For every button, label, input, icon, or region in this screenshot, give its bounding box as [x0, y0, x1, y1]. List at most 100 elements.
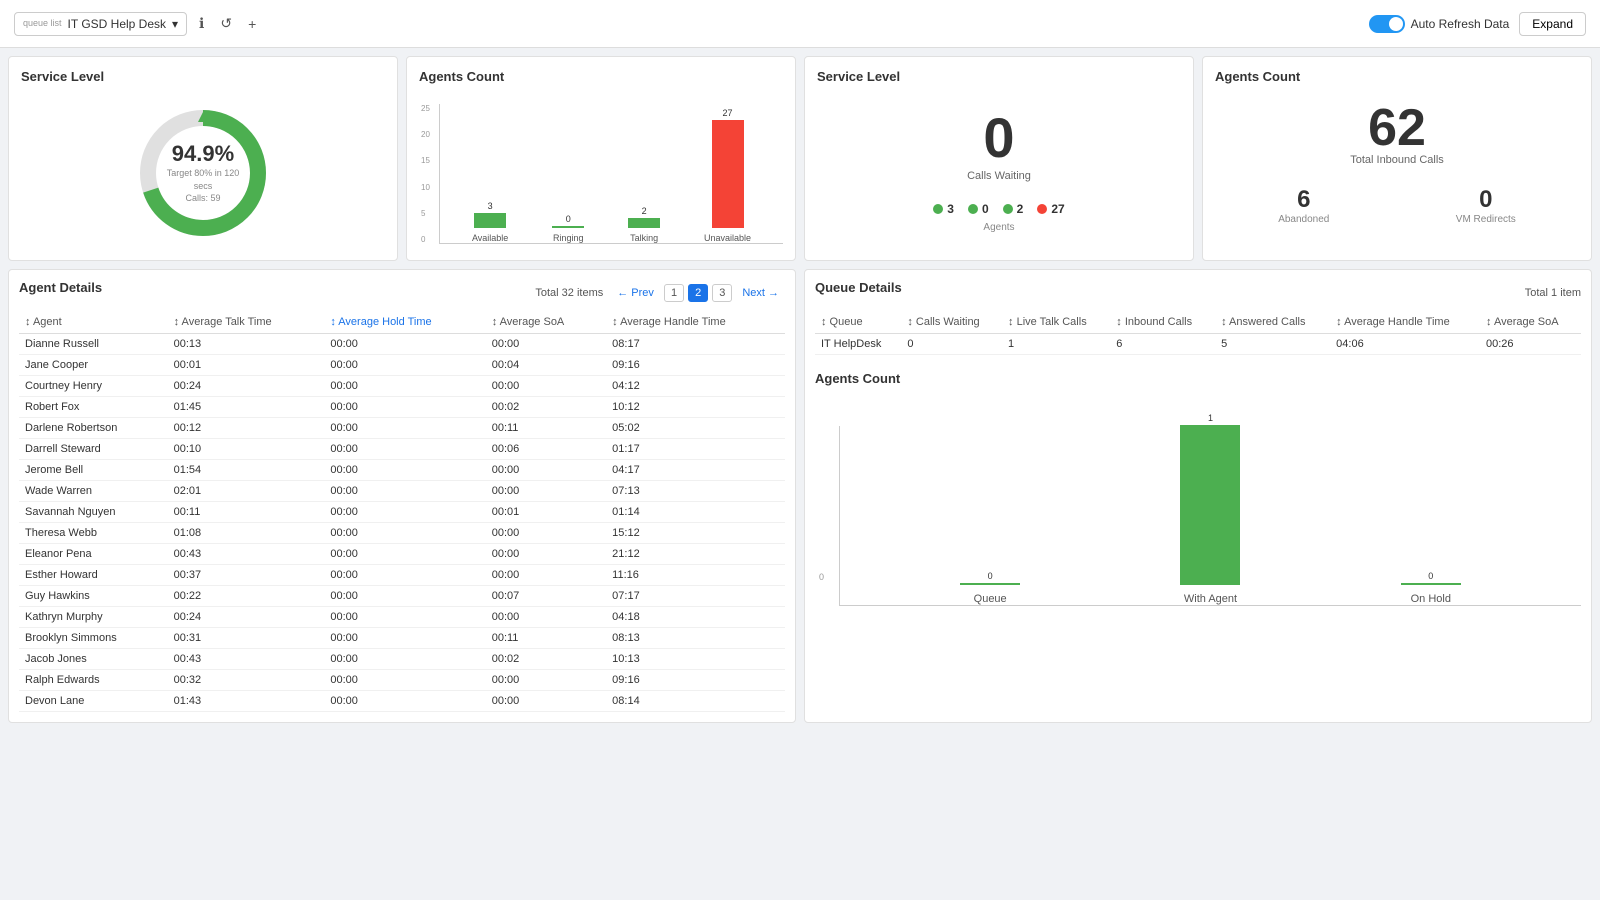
- table-row: Esther Howard00:3700:0000:0011:16: [19, 565, 785, 586]
- table-row: Brooklyn Simmons00:3100:0000:1108:13: [19, 628, 785, 649]
- queue-details-table: ↕ Queue ↕ Calls Waiting ↕ Live Talk Call…: [815, 311, 1581, 355]
- col-soa[interactable]: ↕ Average SoA: [1480, 311, 1581, 334]
- toggle-track[interactable]: [1369, 15, 1405, 33]
- refresh-icon[interactable]: ↺: [216, 13, 236, 34]
- table-row: Dianne Russell00:1300:0000:0008:17: [19, 334, 785, 355]
- stat-row: 6 Abandoned 0 VM Redirects: [1215, 186, 1579, 225]
- page-2-btn[interactable]: 2: [688, 284, 708, 302]
- agent-details-title: Agent Details: [19, 280, 102, 295]
- table-row: Theresa Webb01:0800:0000:0015:12: [19, 523, 785, 544]
- agents-count-bottom-title: Agents Count: [815, 371, 1581, 386]
- agents-count-stats-card: Agents Count 62 Total Inbound Calls 6 Ab…: [1202, 56, 1592, 261]
- table-row: Darlene Robertson00:1200:0000:1105:02: [19, 418, 785, 439]
- page-3-btn[interactable]: 3: [712, 284, 732, 302]
- agent-details-card: Agent Details Total 32 items ← Prev 1 2 …: [8, 269, 796, 723]
- queue-selector-sublabel: queue list: [23, 19, 62, 28]
- queue-details-card: Queue Details Total 1 item ↕ Queue ↕ Cal…: [804, 269, 1592, 723]
- table-row: Kathryn Murphy00:2400:0000:0004:18: [19, 607, 785, 628]
- abandoned-stat: 6 Abandoned: [1278, 186, 1329, 225]
- y-zero-label: 0: [819, 572, 824, 582]
- table-header: ↕ Agent ↕ Average Talk Time ↕ Average Ho…: [19, 311, 785, 334]
- page-1-btn[interactable]: 1: [664, 284, 684, 302]
- bar-with-agent: 1 With Agent: [1180, 413, 1240, 605]
- queue-table-header: ↕ Queue ↕ Calls Waiting ↕ Live Talk Call…: [815, 311, 1581, 334]
- total-items: Total 32 items: [535, 287, 603, 299]
- table-row: Guy Hawkins00:2200:0000:0707:17: [19, 586, 785, 607]
- bar-with-agent-rect: [1180, 425, 1240, 585]
- queue-selector-value: IT GSD Help Desk: [68, 17, 166, 31]
- dot-group-0: 3: [933, 202, 954, 216]
- table-row: Jacob Jones00:4300:0000:0210:13: [19, 649, 785, 670]
- service-level-title: Service Level: [21, 69, 104, 84]
- vm-redirects-label: VM Redirects: [1456, 214, 1516, 225]
- service-level-queue-card: Service Level 0 Calls Waiting 3 0 2: [804, 56, 1194, 261]
- queue-selector[interactable]: queue list IT GSD Help Desk ▾: [14, 12, 187, 36]
- col-queue[interactable]: ↕ Queue: [815, 311, 901, 334]
- table-pagination-area: Total 32 items ← Prev 1 2 3 Next →: [535, 284, 785, 302]
- queue-total-items: Total 1 item: [1525, 287, 1581, 299]
- dot-group-2: 2: [1003, 202, 1024, 216]
- toggle-thumb: [1389, 17, 1403, 31]
- table-row: Jane Cooper00:0100:0000:0409:16: [19, 355, 785, 376]
- col-answered[interactable]: ↕ Answered Calls: [1215, 311, 1330, 334]
- bar-ringing: 0 Ringing: [552, 214, 584, 243]
- agents-count-bottom-section: Agents Count 0 0 Queue 1 With Agent: [815, 371, 1581, 606]
- table-row: Wade Warren02:0100:0000:0007:13: [19, 481, 785, 502]
- expand-button[interactable]: Expand: [1519, 12, 1586, 36]
- table-row: IT HelpDesk016504:0600:26: [815, 334, 1581, 355]
- donut-wrapper: 94.9% Target 80% in 120 secs Calls: 59: [128, 98, 278, 248]
- total-calls-value: 62: [1215, 102, 1579, 154]
- dot-available: [933, 204, 943, 214]
- donut-center: 94.9% Target 80% in 120 secs Calls: 59: [166, 141, 241, 205]
- queue-section: Queue Details Total 1 item ↕ Queue ↕ Cal…: [815, 280, 1581, 355]
- agents-label: Agents: [983, 222, 1014, 233]
- abandoned-label: Abandoned: [1278, 214, 1329, 225]
- auto-refresh-label: Auto Refresh Data: [1411, 17, 1510, 31]
- table-row: Jerome Bell01:5400:0000:0004:17: [19, 460, 785, 481]
- queue-details-title: Queue Details: [815, 280, 902, 295]
- table-header-row: Agent Details Total 32 items ← Prev 1 2 …: [19, 280, 785, 305]
- agents-bar-chart: 3 Available 0 Ringing 2 Talking 27: [439, 104, 783, 244]
- info-icon[interactable]: ℹ: [195, 13, 208, 34]
- agent-table-body: Dianne Russell00:1300:0000:0008:17Jane C…: [19, 334, 785, 712]
- dot-group-1: 0: [968, 202, 989, 216]
- dot-unavailable: [1037, 204, 1047, 214]
- table-row: Devon Lane01:4300:0000:0008:14: [19, 691, 785, 712]
- top-bar-left: queue list IT GSD Help Desk ▾ ℹ ↺ +: [14, 12, 260, 36]
- bar-on-hold-rect: [1401, 583, 1461, 585]
- table-row: Darrell Steward00:1000:0000:0601:17: [19, 439, 785, 460]
- col-live-talk[interactable]: ↕ Live Talk Calls: [1002, 311, 1110, 334]
- service-level-card: Service Level 94.9% Target 80% in 120 se…: [8, 56, 398, 261]
- col-avg-hold[interactable]: ↕ Average Hold Time: [324, 311, 485, 334]
- pagination: ← Prev 1 2 3 Next →: [611, 284, 785, 302]
- bar-available: 3 Available: [472, 201, 508, 243]
- col-calls-waiting[interactable]: ↕ Calls Waiting: [901, 311, 1002, 334]
- bar-queue: 0 Queue: [960, 571, 1020, 605]
- chevron-down-icon: ▾: [172, 17, 178, 31]
- col-agent[interactable]: ↕ Agent: [19, 311, 168, 334]
- auto-refresh-toggle[interactable]: Auto Refresh Data: [1369, 15, 1510, 33]
- table-row: Courtney Henry00:2400:0000:0004:12: [19, 376, 785, 397]
- agents-count-stats-title: Agents Count: [1215, 69, 1579, 84]
- table-row: Robert Fox01:4500:0000:0210:12: [19, 397, 785, 418]
- dashboard: Service Level 94.9% Target 80% in 120 se…: [0, 48, 1600, 731]
- col-avg-handle[interactable]: ↕ Average Handle Time: [606, 311, 785, 334]
- col-avg-soa[interactable]: ↕ Average SoA: [486, 311, 606, 334]
- donut-percent: 94.9%: [166, 141, 241, 167]
- col-avg-talk[interactable]: ↕ Average Talk Time: [168, 311, 325, 334]
- calls-waiting-label: Calls Waiting: [967, 170, 1031, 182]
- next-page-btn[interactable]: Next →: [736, 285, 785, 301]
- donut-container: 94.9% Target 80% in 120 secs Calls: 59: [21, 98, 385, 248]
- dot-group-3: 27: [1037, 202, 1064, 216]
- donut-sub-line2: Calls: 59: [166, 192, 241, 205]
- prev-page-btn[interactable]: ← Prev: [611, 285, 660, 301]
- bar-available-rect: [474, 213, 506, 228]
- col-handle-time[interactable]: ↕ Average Handle Time: [1330, 311, 1480, 334]
- queue-table-body: IT HelpDesk016504:0600:26: [815, 334, 1581, 355]
- add-icon[interactable]: +: [244, 14, 260, 34]
- bar-talking-rect: [628, 218, 660, 228]
- bar-ringing-rect: [552, 226, 584, 228]
- col-inbound[interactable]: ↕ Inbound Calls: [1110, 311, 1215, 334]
- y-axis: 2520151050: [421, 104, 430, 244]
- bar-queue-rect: [960, 583, 1020, 585]
